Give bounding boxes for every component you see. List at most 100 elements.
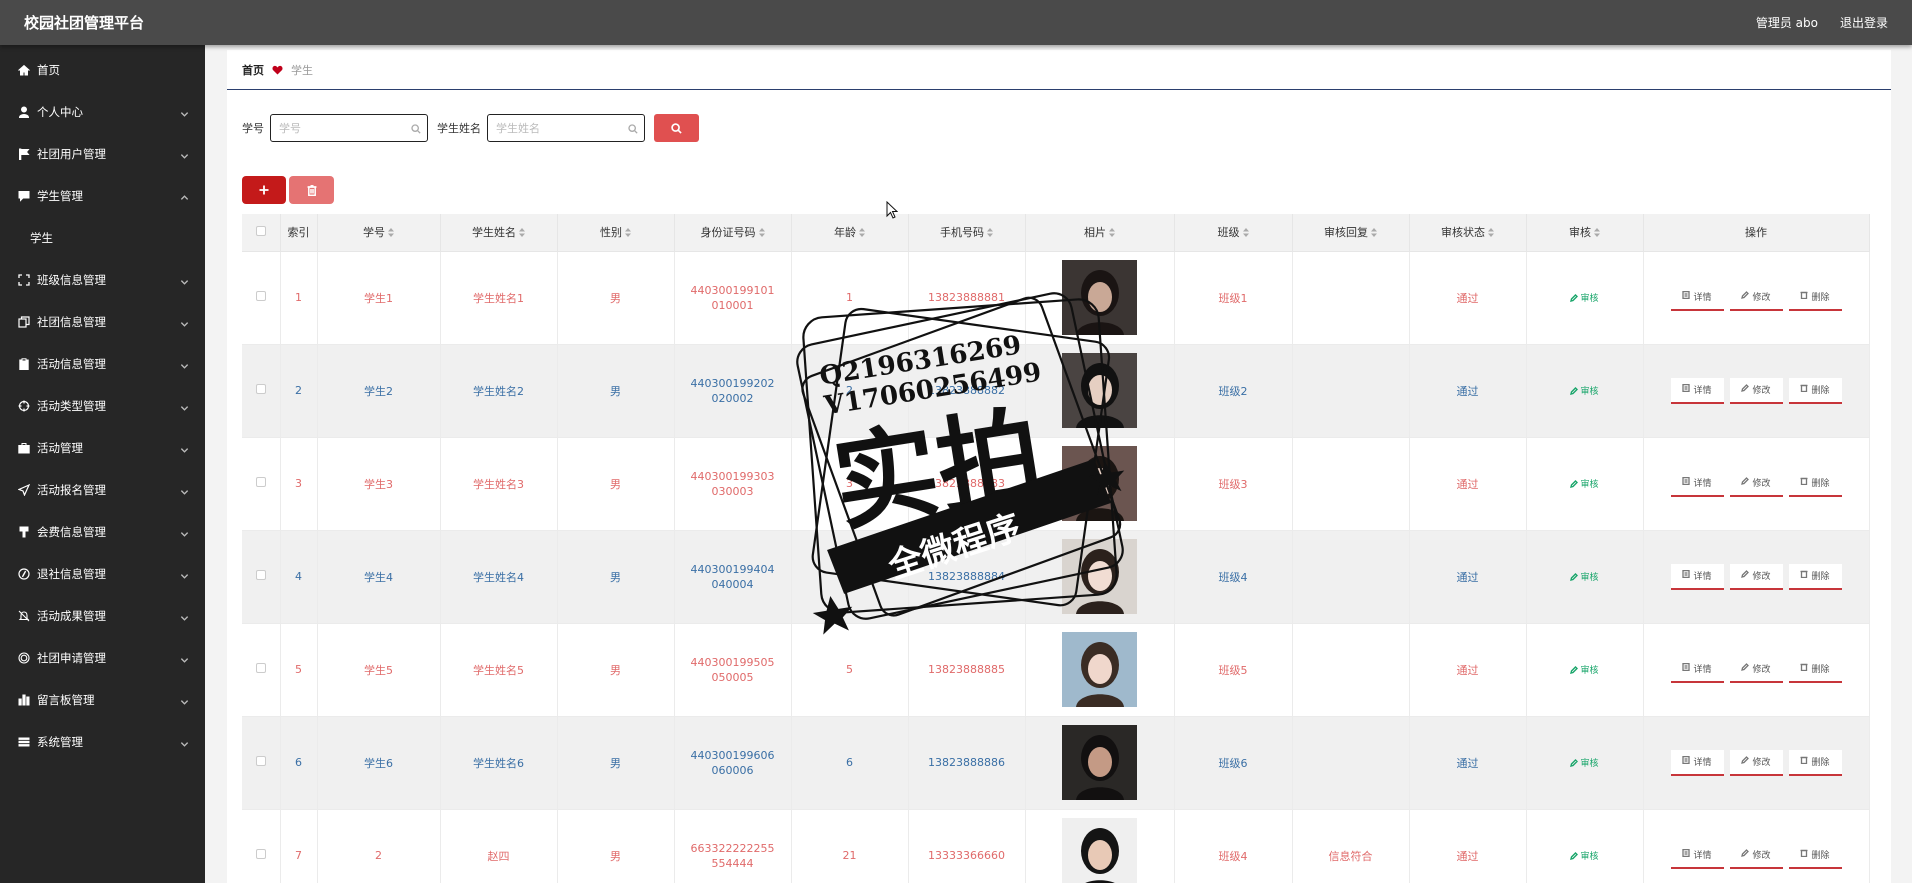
table-cell: 学生姓名4 — [440, 530, 558, 624]
row-checkbox[interactable] — [255, 756, 266, 766]
cell-name: 学生姓名3 — [473, 477, 524, 491]
sort-icon[interactable] — [859, 227, 865, 240]
sidebar-item-15[interactable]: 留言板管理 — [0, 679, 205, 721]
table-row[interactable]: 6 学生6 学生姓名6 男 440300199606060006 6 13823888886… — [242, 716, 1870, 810]
sidebar-item-12[interactable]: 退社信息管理 — [0, 553, 205, 595]
delete-button[interactable]: 删除 — [1788, 284, 1842, 311]
sort-icon[interactable] — [758, 227, 765, 240]
edit-button[interactable]: 修改 — [1729, 749, 1783, 776]
edit-button[interactable]: 修改 — [1729, 377, 1783, 404]
edit-button[interactable]: 修改 — [1729, 656, 1783, 683]
table-row[interactable]: 5 学生5 学生姓名5 男 440300199505050005 5 13823888885… — [242, 623, 1870, 717]
sidebar-item-8[interactable]: 活动类型管理 — [0, 385, 205, 427]
delete-button[interactable]: 删除 — [1788, 470, 1842, 497]
sidebar-item-10[interactable]: 活动报名管理 — [0, 469, 205, 511]
row-checkbox[interactable] — [255, 384, 266, 394]
row-checkbox[interactable] — [255, 849, 266, 859]
sidebar-item-13[interactable]: 活动成果管理 — [0, 595, 205, 637]
sidebar-item-7[interactable]: 活动信息管理 — [0, 343, 205, 385]
sidebar-item-1[interactable]: 个人中心 — [0, 91, 205, 133]
detail-button[interactable]: 详情 — [1670, 842, 1724, 869]
sort-icon[interactable] — [987, 227, 993, 240]
column-header[interactable]: 性别 — [557, 214, 675, 252]
audit-link[interactable]: 审核 — [1570, 387, 1599, 397]
detail-button[interactable]: 详情 — [1670, 563, 1724, 590]
table-row[interactable]: 1 学生1 学生姓名1 男 440300199101010001 1 13823888881… — [242, 251, 1870, 345]
sidebar-item-16[interactable]: 系统管理 — [0, 721, 205, 763]
sort-icon[interactable] — [625, 227, 631, 240]
cell-phone: 13823888884 — [928, 570, 1005, 583]
sort-icon[interactable] — [1242, 227, 1249, 240]
batch-delete-button[interactable] — [289, 176, 334, 204]
column-header[interactable]: 索引 — [280, 214, 318, 252]
table-row[interactable]: 7 2 赵四 男 663322222255554444 21 13333366660 班级4 信… — [242, 809, 1870, 883]
column-header[interactable]: 相片 — [1025, 214, 1175, 252]
sidebar-item-9[interactable]: 活动管理 — [0, 427, 205, 469]
row-checkbox[interactable] — [255, 477, 266, 487]
sort-icon[interactable] — [388, 227, 394, 240]
column-header[interactable]: 审核回复 — [1292, 214, 1410, 252]
column-header[interactable]: 审核状态 — [1409, 214, 1527, 252]
column-header[interactable]: 年龄 — [791, 214, 909, 252]
column-header[interactable]: 身份证号码 — [674, 214, 792, 252]
audit-link[interactable]: 审核 — [1570, 666, 1599, 676]
audit-link[interactable]: 审核 — [1570, 480, 1599, 490]
row-checkbox[interactable] — [255, 663, 266, 673]
column-header[interactable]: 学生姓名 — [440, 214, 558, 252]
breadcrumb-home[interactable]: 首页 — [242, 62, 264, 78]
sidebar-item-14[interactable]: 社团申请管理 — [0, 637, 205, 679]
edit-button[interactable]: 修改 — [1729, 563, 1783, 590]
detail-button[interactable]: 详情 — [1670, 656, 1724, 683]
plus-icon — [259, 185, 269, 195]
delete-button[interactable]: 删除 — [1788, 656, 1842, 683]
detail-button[interactable]: 详情 — [1670, 377, 1724, 404]
row-checkbox[interactable] — [255, 570, 266, 580]
delete-button[interactable]: 删除 — [1788, 563, 1842, 590]
select-all-checkbox[interactable] — [255, 225, 266, 236]
sort-icon[interactable] — [1371, 227, 1377, 240]
column-header[interactable]: 手机号码 — [908, 214, 1026, 252]
sort-icon[interactable] — [1488, 227, 1494, 240]
table-row[interactable]: 4 学生4 学生姓名4 男 440300199404040004 4 13823888884… — [242, 530, 1870, 624]
row-checkbox[interactable] — [255, 291, 266, 301]
delete-button[interactable]: 删除 — [1788, 842, 1842, 869]
sidebar-item-11[interactable]: 会费信息管理 — [0, 511, 205, 553]
search-button[interactable] — [654, 114, 699, 142]
column-header[interactable]: 操作 — [1643, 214, 1870, 252]
cell-class: 班级1 — [1218, 291, 1248, 305]
delete-button[interactable]: 删除 — [1788, 749, 1842, 776]
audit-link[interactable]: 审核 — [1570, 294, 1599, 304]
table-row[interactable]: 3 学生3 学生姓名3 男 440300199303030003 3 13823888883… — [242, 437, 1870, 531]
edit-button[interactable]: 修改 — [1729, 470, 1783, 497]
detail-button[interactable]: 详情 — [1670, 470, 1724, 497]
edit-button[interactable]: 修改 — [1729, 842, 1783, 869]
table-row[interactable]: 2 学生2 学生姓名2 男 440300199202020002 2 13823888882… — [242, 344, 1870, 438]
sort-icon[interactable] — [519, 227, 525, 240]
sidebar-item-0[interactable]: 首页 — [0, 49, 205, 91]
student-photo — [1062, 725, 1137, 800]
sidebar-subitem-students[interactable]: 学生 — [0, 217, 205, 259]
detail-button[interactable]: 详情 — [1670, 284, 1724, 311]
sidebar-item-label: 活动报名管理 — [37, 483, 106, 497]
sidebar-item-3[interactable]: 学生管理 — [0, 175, 205, 217]
sidebar-item-2[interactable]: 社团用户管理 — [0, 133, 205, 175]
student-name-input[interactable] — [496, 121, 616, 135]
add-button[interactable] — [242, 176, 286, 204]
column-header[interactable]: 学号 — [317, 214, 441, 252]
bar-chart-icon — [18, 694, 30, 706]
audit-link[interactable]: 审核 — [1570, 573, 1599, 583]
column-header[interactable]: 班级 — [1174, 214, 1293, 252]
edit-button[interactable]: 修改 — [1729, 284, 1783, 311]
document-icon — [1682, 662, 1693, 674]
column-header[interactable]: 审核 — [1526, 214, 1644, 252]
sidebar-item-5[interactable]: 班级信息管理 — [0, 259, 205, 301]
detail-button[interactable]: 详情 — [1670, 749, 1724, 776]
logout-link[interactable]: 退出登录 — [1840, 14, 1888, 31]
sort-icon[interactable] — [1109, 227, 1115, 240]
audit-link[interactable]: 审核 — [1570, 852, 1599, 862]
sort-icon[interactable] — [1594, 227, 1600, 240]
student-no-input[interactable] — [279, 121, 399, 135]
audit-link[interactable]: 审核 — [1570, 759, 1599, 769]
delete-button[interactable]: 删除 — [1788, 377, 1842, 404]
sidebar-item-6[interactable]: 社团信息管理 — [0, 301, 205, 343]
